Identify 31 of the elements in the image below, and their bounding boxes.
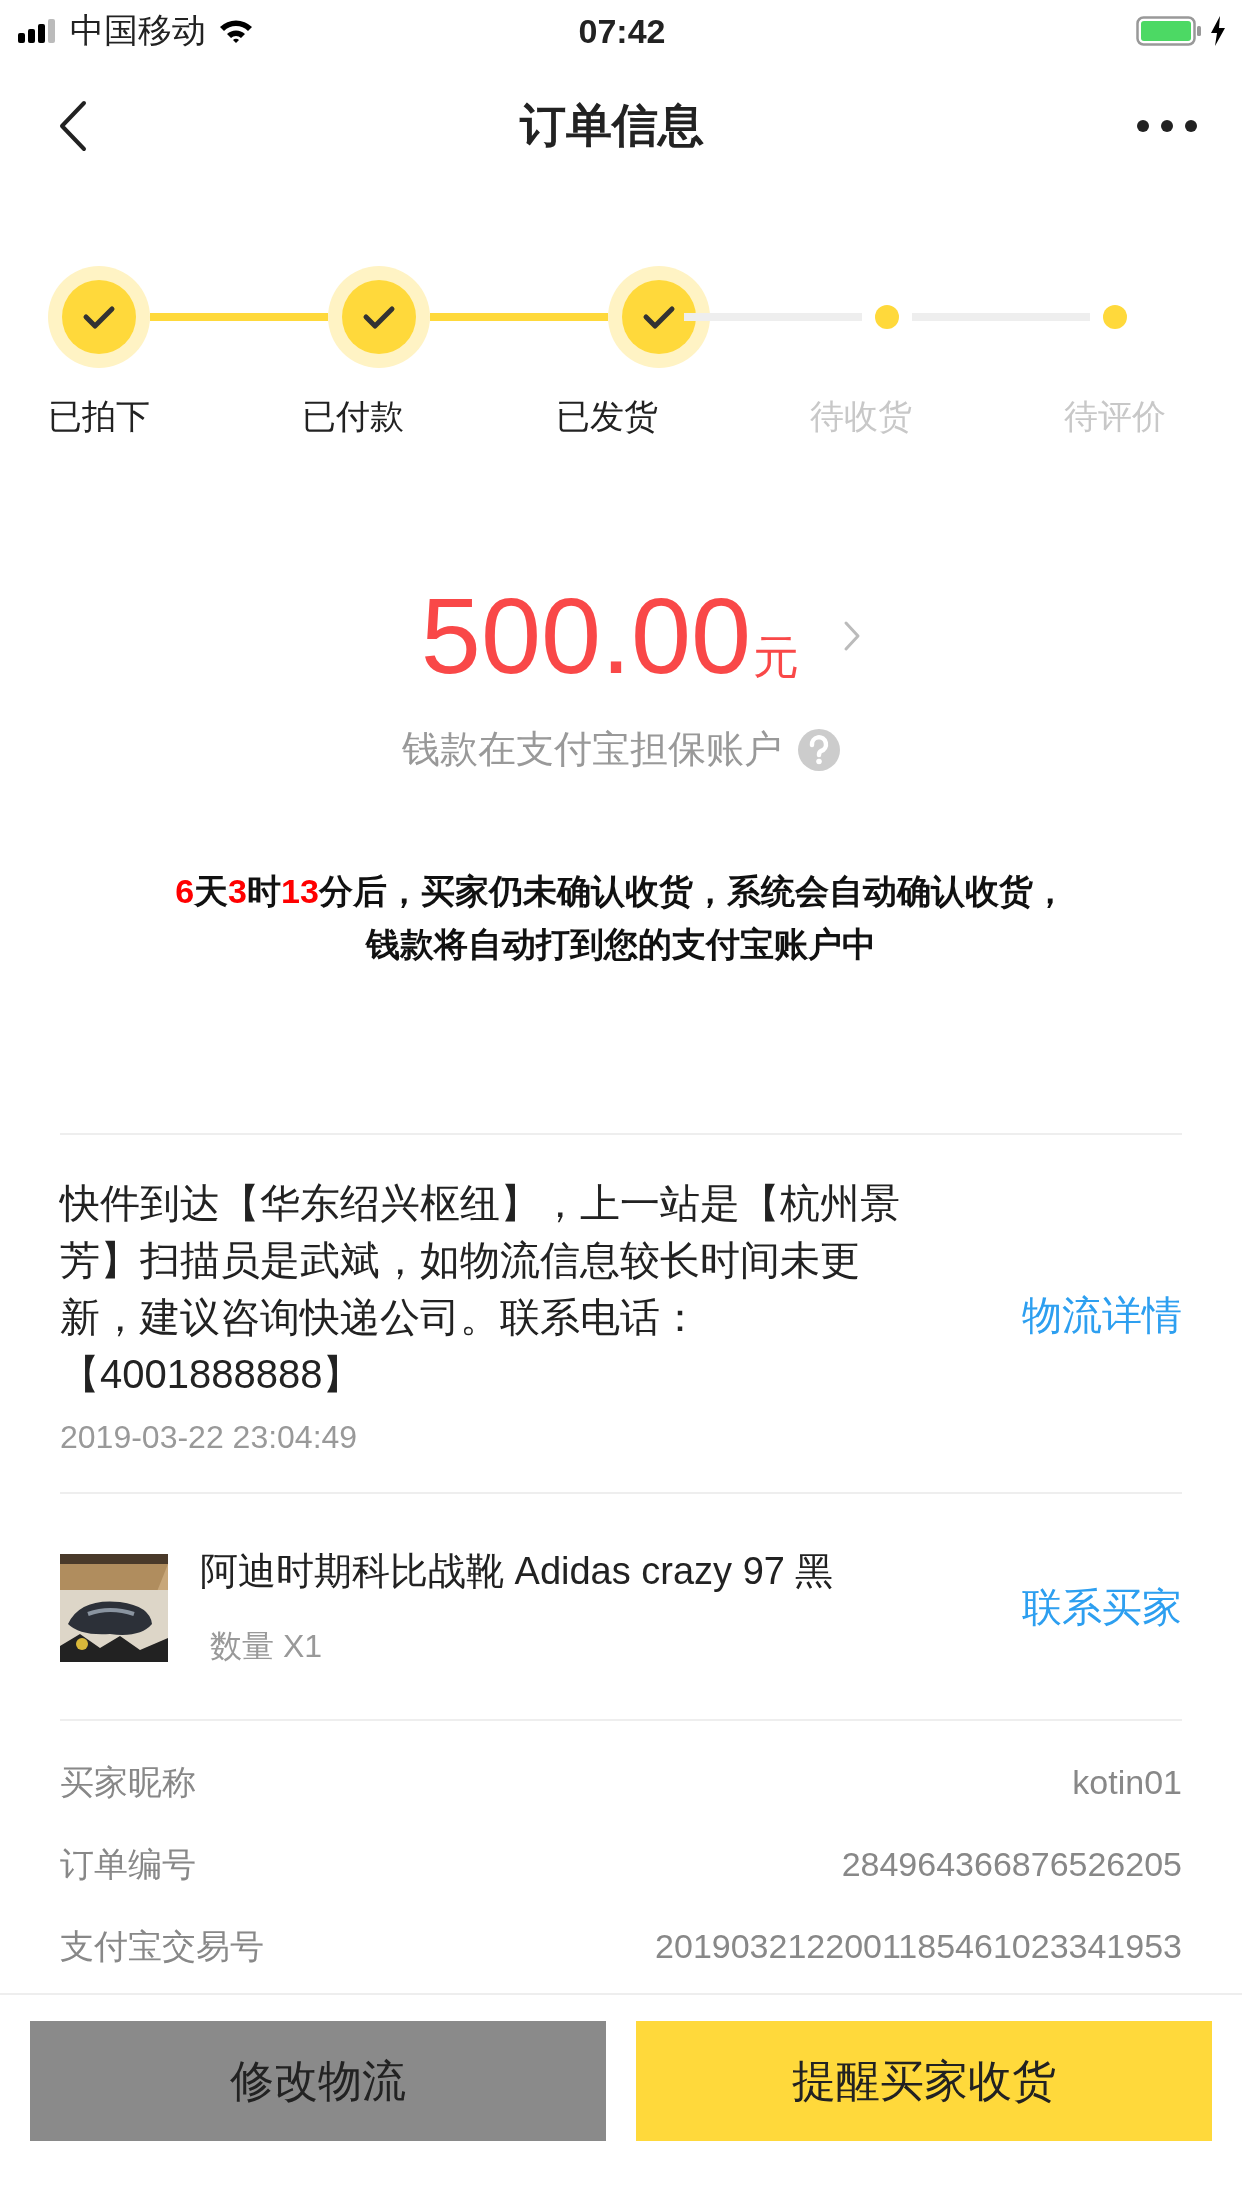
currency-unit: 元 bbox=[753, 630, 800, 685]
detail-value: kotin01 bbox=[1072, 1762, 1182, 1803]
charging-icon bbox=[1210, 16, 1226, 46]
detail-value: 284964366876526205 bbox=[841, 1844, 1182, 1885]
logistics-time: 2019-03-22 23:04:49 bbox=[60, 1419, 359, 1456]
detail-label: 支付宝交易号 bbox=[60, 1926, 264, 1967]
more-icon[interactable] bbox=[1136, 119, 1198, 133]
page-title: 订单信息 bbox=[520, 98, 704, 153]
logistics-details-link[interactable]: 物流详情 bbox=[1022, 1288, 1182, 1343]
signal-icon bbox=[18, 19, 58, 43]
product-title: 阿迪时期科比战靴 Adidas crazy 97 黑 bbox=[200, 1549, 835, 1594]
remind-button[interactable]: 提醒买家收货 bbox=[636, 2021, 1212, 2141]
escrow-note: 钱款在支付宝担保账户 bbox=[402, 727, 782, 772]
edit-logistics-button[interactable]: 修改物流 bbox=[30, 2021, 606, 2141]
status-time: 07:42 bbox=[578, 11, 666, 51]
amount-value: 500.00 bbox=[420, 582, 752, 690]
auto-confirm-notice: 钱款将自动打到您的支付宝账户中 bbox=[366, 924, 876, 965]
product-quantity: 数量 X1 bbox=[210, 1627, 324, 1666]
auto-confirm-notice: 6天3时13分后，买家仍未确认收货，系统会自动确认收货， bbox=[175, 871, 1067, 912]
contact-buyer-link[interactable]: 联系买家 bbox=[1022, 1580, 1182, 1635]
back-icon[interactable] bbox=[58, 100, 88, 152]
step-label: 已拍下 bbox=[48, 396, 150, 437]
detail-label: 买家昵称 bbox=[60, 1762, 196, 1803]
wifi-icon bbox=[218, 18, 254, 44]
step-label: 已付款 bbox=[302, 396, 404, 437]
detail-value: 2019032122001185461023341953 bbox=[655, 1926, 1182, 1967]
carrier-name: 中国移动 bbox=[70, 10, 206, 51]
logistics-message: 快件到达【华东绍兴枢纽】，上一站是【杭州景芳】扫描员是武斌，如物流信息较长时间未更新，建议咨询快递公司。联系电话：【4001888888】 bbox=[60, 1180, 901, 1398]
detail-label: 订单编号 bbox=[60, 1844, 196, 1885]
step-label: 已发货 bbox=[556, 396, 658, 437]
battery-icon bbox=[1136, 16, 1202, 46]
